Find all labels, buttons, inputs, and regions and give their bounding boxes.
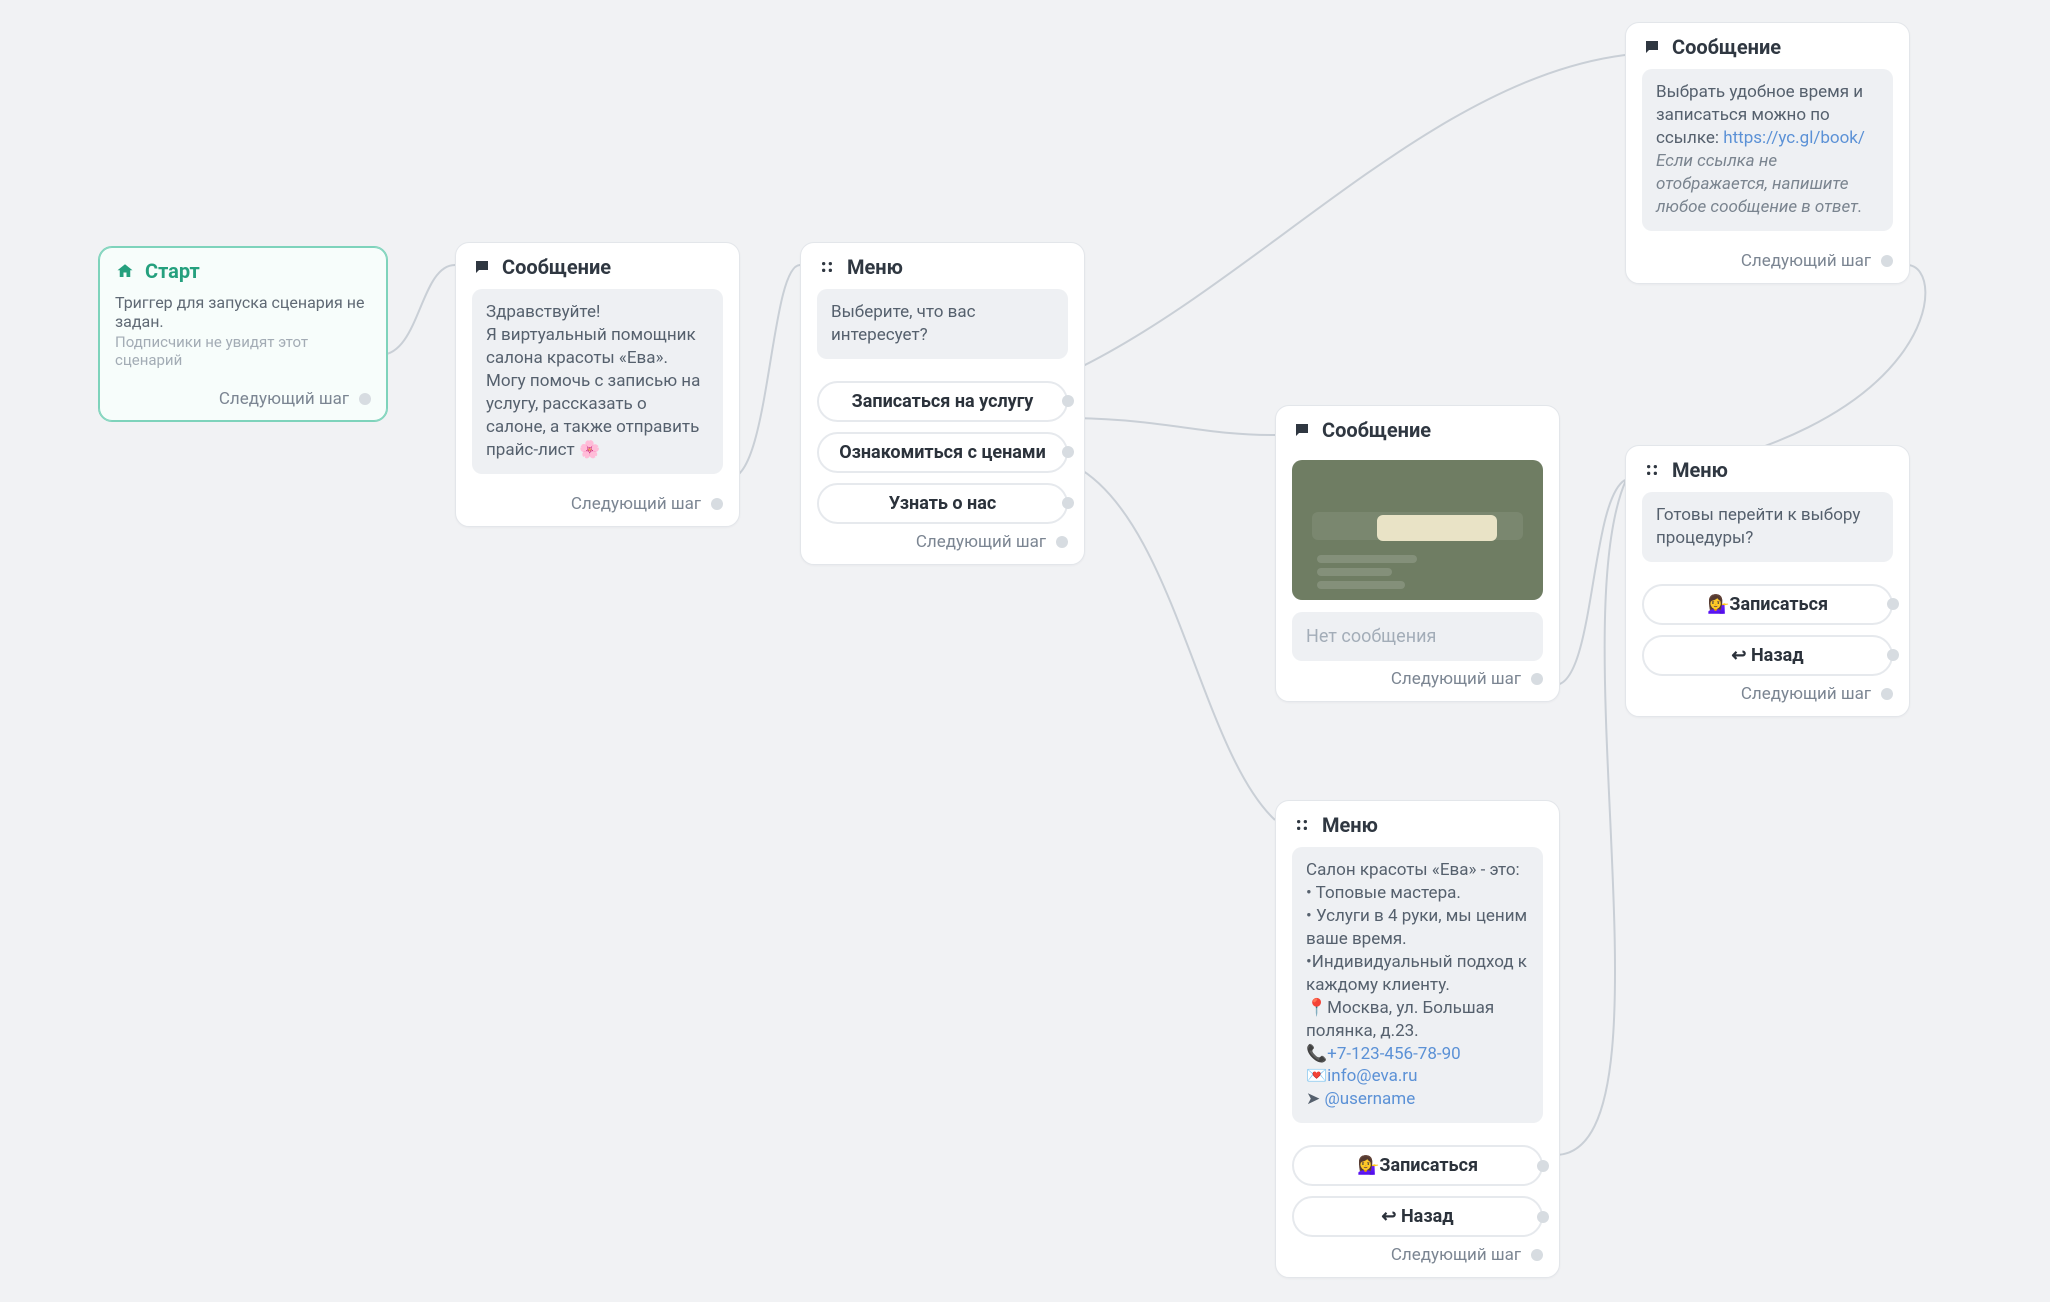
node-title: Меню — [1322, 813, 1378, 837]
empty-message-placeholder: Нет сообщения — [1292, 612, 1543, 661]
menu-option-book[interactable]: 💁‍♀️Записаться — [1642, 584, 1893, 625]
menu-icon — [817, 257, 837, 277]
menu-prompt: Готовы перейти к выбору процедуры? — [1642, 492, 1893, 562]
menu-option-about[interactable]: Узнать о нас — [817, 483, 1068, 524]
out-port[interactable] — [1887, 649, 1899, 661]
booking-link[interactable]: https://yc.gl/book/ — [1723, 128, 1865, 148]
next-step-label: Следующий шаг — [916, 532, 1046, 552]
out-port[interactable] — [1537, 1211, 1549, 1223]
node-start[interactable]: Старт Триггер для запуска сценария не за… — [98, 246, 388, 422]
menu-icon — [1642, 460, 1662, 480]
node-title: Сообщение — [1322, 418, 1431, 442]
menu-prompt: Выберите, что вас интересует? — [817, 289, 1068, 359]
node-title: Сообщение — [502, 255, 611, 279]
out-port[interactable] — [1881, 255, 1893, 267]
node-menu-3[interactable]: Меню Салон красоты «Ева» - это: • Топовы… — [1275, 800, 1560, 1278]
home-icon — [115, 261, 135, 281]
message-icon — [1292, 420, 1312, 440]
out-port[interactable] — [1062, 497, 1074, 509]
out-port[interactable] — [1056, 536, 1068, 548]
out-port[interactable] — [1537, 1160, 1549, 1172]
menu-option-back[interactable]: ↩ Назад — [1292, 1196, 1543, 1237]
out-port[interactable] — [359, 393, 371, 405]
menu-option-back[interactable]: ↩ Назад — [1642, 635, 1893, 676]
attached-image-preview[interactable] — [1292, 460, 1543, 600]
next-step-label: Следующий шаг — [1741, 251, 1871, 271]
menu-option-book[interactable]: Записаться на услугу — [817, 381, 1068, 422]
out-port[interactable] — [1887, 598, 1899, 610]
message-body: Здравствуйте! Я виртуальный помощник сал… — [472, 289, 723, 474]
node-title: Меню — [847, 255, 903, 279]
out-port[interactable] — [1062, 395, 1074, 407]
node-message-2[interactable]: Сообщение Выбрать удобное время и записа… — [1625, 22, 1910, 284]
node-title: Сообщение — [1672, 35, 1781, 59]
message-body: Выбрать удобное время и записаться можно… — [1642, 69, 1893, 231]
email-link[interactable]: info@eva.ru — [1327, 1066, 1417, 1086]
out-port[interactable] — [1062, 446, 1074, 458]
next-step-label: Следующий шаг — [219, 389, 349, 409]
node-message-3[interactable]: Сообщение Нет сообщения Следующий шаг — [1275, 405, 1560, 702]
node-menu-1[interactable]: Меню Выберите, что вас интересует? Запис… — [800, 242, 1085, 565]
node-menu-2[interactable]: Меню Готовы перейти к выбору процедуры? … — [1625, 445, 1910, 717]
next-step-label: Следующий шаг — [571, 494, 701, 514]
menu-option-prices[interactable]: Ознакомиться с ценами — [817, 432, 1068, 473]
out-port[interactable] — [1531, 673, 1543, 685]
start-line2: Подписчики не увидят этот сценарий — [115, 333, 371, 369]
menu-option-book[interactable]: 💁‍♀️Записаться — [1292, 1145, 1543, 1186]
next-step-label: Следующий шаг — [1391, 669, 1521, 689]
out-port[interactable] — [1881, 688, 1893, 700]
menu-icon — [1292, 815, 1312, 835]
about-text: Салон красоты «Ева» - это: • Топовые мас… — [1292, 847, 1543, 1123]
phone-link[interactable]: +7-123-456-78-90 — [1327, 1044, 1461, 1064]
next-step-label: Следующий шаг — [1391, 1245, 1521, 1265]
tg-link[interactable]: @username — [1324, 1089, 1415, 1109]
next-step-label: Следующий шаг — [1741, 684, 1871, 704]
message-icon — [1642, 37, 1662, 57]
node-title: Меню — [1672, 458, 1728, 482]
message-icon — [472, 257, 492, 277]
node-message-1[interactable]: Сообщение Здравствуйте! Я виртуальный по… — [455, 242, 740, 527]
start-line1: Триггер для запуска сценария не задан. — [115, 293, 371, 331]
out-port[interactable] — [711, 498, 723, 510]
out-port[interactable] — [1531, 1249, 1543, 1261]
node-title: Старт — [145, 259, 200, 283]
